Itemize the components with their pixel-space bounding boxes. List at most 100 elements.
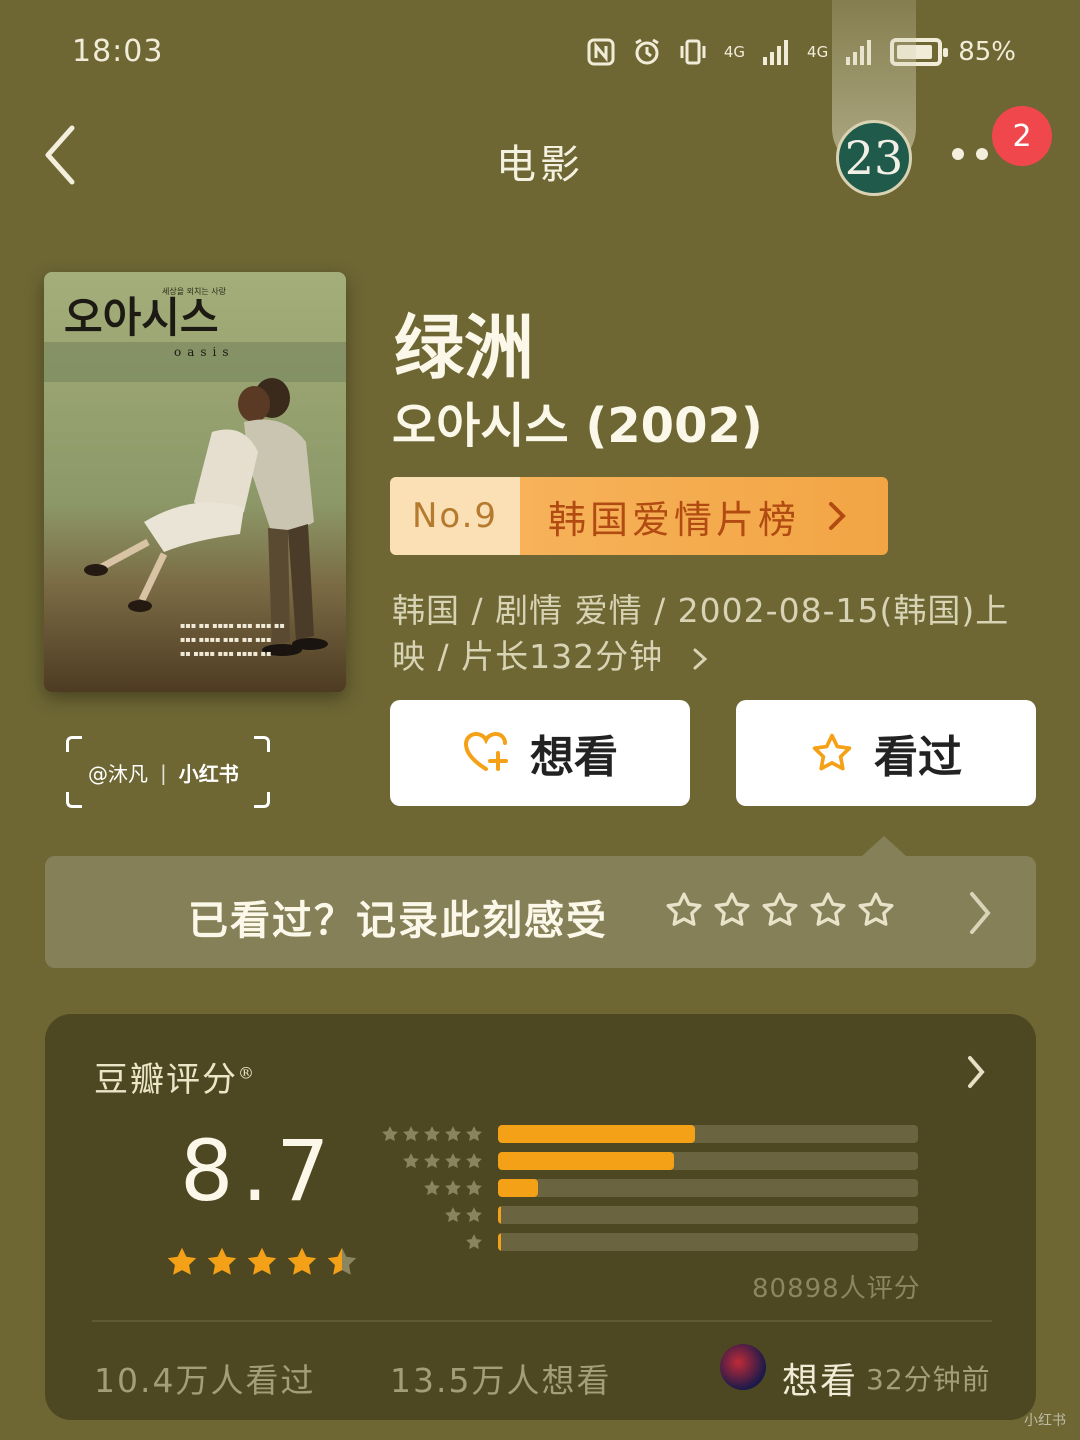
network-label: 4G: [807, 43, 829, 61]
chevron-right-icon: [829, 502, 846, 530]
star-small-icon: [466, 1234, 482, 1250]
distribution-bar-fill: [498, 1206, 502, 1224]
record-stars[interactable]: [664, 890, 896, 930]
divider: [92, 1320, 992, 1322]
svg-text:▪▪ ▪▪▪▪ ▪▪▪ ▪▪▪▪ ▪▪: ▪▪ ▪▪▪▪ ▪▪▪ ▪▪▪▪ ▪▪: [180, 649, 272, 658]
distribution-stars: [376, 1205, 484, 1225]
chevron-right-icon: [693, 648, 707, 669]
star-outline-icon: [812, 733, 852, 771]
star-small-icon: [424, 1180, 440, 1196]
distribution-row: [376, 1178, 918, 1198]
heart-plus-icon: [463, 731, 508, 771]
signal-icon: [763, 40, 789, 65]
star-small-icon: [445, 1207, 461, 1223]
distribution-bar-fill: [498, 1179, 538, 1197]
star-filled-icon: [207, 1247, 237, 1275]
watched-button[interactable]: 看过: [736, 700, 1036, 806]
distribution-stars: [376, 1232, 484, 1252]
star-small-icon: [424, 1153, 440, 1169]
star-filled-icon: [167, 1247, 197, 1275]
notification-badge: 2: [992, 106, 1052, 166]
corner-watermark: 小红书: [1024, 1413, 1066, 1429]
distribution-bar-fill: [498, 1125, 696, 1143]
rating-stars: [164, 1244, 360, 1280]
distribution-stars: [376, 1178, 484, 1198]
nfc-icon: [587, 38, 615, 66]
alarm-icon: [635, 38, 659, 65]
original-title: 오아시스 (2002): [392, 398, 763, 454]
rating-label-text: 豆瓣评分: [94, 1060, 238, 1100]
seen-label: 看过: [874, 732, 962, 783]
distribution-stars: [376, 1124, 484, 1144]
want-label: 想看: [530, 732, 618, 783]
vibrate-icon: [680, 39, 706, 65]
distribution-row: [376, 1124, 918, 1144]
want-to-watch-button[interactable]: 想看: [390, 700, 690, 806]
distribution-bar-fill: [498, 1233, 502, 1251]
friend-time: 32分钟前: [866, 1363, 991, 1396]
distribution-bar: [498, 1179, 918, 1197]
star-small-icon: [382, 1126, 398, 1142]
rating-count: 80898人评分: [752, 1274, 921, 1304]
distribution-bar: [498, 1152, 918, 1170]
movie-poster[interactable]: 세상을 외치는 사랑 오아시스 oasis ▪▪▪ ▪▪ ▪▪▪▪ ▪▪▪ ▪▪…: [44, 272, 346, 692]
chevron-right-icon: [970, 892, 991, 934]
chevron-right-icon[interactable]: [962, 1052, 990, 1092]
star-outline-icon: [762, 892, 798, 926]
watermark-user: @沐凡: [88, 762, 148, 786]
distribution-bar-fill: [498, 1152, 675, 1170]
rating-score: 8.7: [180, 1122, 338, 1220]
watermark-brand: 小红书: [178, 762, 239, 786]
page-title: 电影: [496, 142, 584, 188]
star-filled-icon: [287, 1247, 317, 1275]
svg-text:▪▪▪ ▪▪ ▪▪▪▪ ▪▪▪ ▪▪▪ ▪▪: ▪▪▪ ▪▪ ▪▪▪▪ ▪▪▪ ▪▪▪ ▪▪: [180, 621, 285, 630]
star-small-icon: [466, 1153, 482, 1169]
star-outline-icon: [666, 892, 702, 926]
star-small-icon: [466, 1126, 482, 1142]
svg-text:▪▪▪ ▪▪▪▪ ▪▪▪ ▪▪ ▪▪▪: ▪▪▪ ▪▪▪▪ ▪▪▪ ▪▪ ▪▪▪: [180, 635, 272, 644]
distribution-row: [376, 1205, 918, 1225]
poster-title: 오아시스: [64, 293, 219, 342]
status-icons: 4G 4G 85%: [586, 30, 1016, 74]
rank-number: No.9: [390, 477, 520, 555]
rank-badge[interactable]: No.9 韩国爱情片榜: [390, 477, 888, 555]
distribution-row: [376, 1232, 918, 1252]
distribution-bar: [498, 1125, 918, 1143]
friend-avatar[interactable]: [720, 1344, 766, 1390]
star-filled-icon: [247, 1247, 277, 1275]
status-time: 18:03: [72, 34, 164, 69]
poster-image: 세상을 외치는 사랑 오아시스 oasis ▪▪▪ ▪▪ ▪▪▪▪ ▪▪▪ ▪▪…: [44, 272, 346, 692]
distribution-row: [376, 1151, 918, 1171]
star-outline-icon: [810, 892, 846, 926]
star-small-icon: [403, 1153, 419, 1169]
avatar[interactable]: 23: [836, 120, 912, 196]
rating-label: 豆瓣评分®: [94, 1052, 256, 1101]
record-caret: [862, 836, 906, 856]
distribution-stars: [376, 1151, 484, 1171]
poster-subtitle: oasis: [174, 345, 235, 359]
watermark: @沐凡 | 小红书: [66, 736, 270, 808]
star-small-icon: [466, 1180, 482, 1196]
movie-meta[interactable]: 韩国 / 剧情 爱情 / 2002-08-15(韩国)上映 / 片长132分钟: [392, 588, 1042, 680]
distribution-bar: [498, 1206, 918, 1224]
star-small-icon: [424, 1126, 440, 1142]
registered-mark: ®: [238, 1063, 256, 1083]
friend-action: 想看: [782, 1361, 859, 1402]
star-half-icon: [327, 1247, 357, 1275]
star-outline-icon: [714, 892, 750, 926]
star-outline-icon: [858, 892, 894, 926]
battery-level: 85%: [958, 37, 1016, 67]
record-prompt: 已看过？记录此刻感受: [188, 897, 608, 944]
star-small-icon: [445, 1126, 461, 1142]
star-small-icon: [445, 1180, 461, 1196]
star-small-icon: [466, 1207, 482, 1223]
movie-title: 绿洲: [394, 306, 534, 389]
want-count[interactable]: 13.5万人想看: [390, 1354, 611, 1402]
more-options-icon[interactable]: [952, 148, 988, 160]
star-small-icon: [403, 1126, 419, 1142]
seen-count[interactable]: 10.4万人看过: [94, 1354, 315, 1402]
network-label: 4G: [723, 43, 746, 61]
star-small-icon: [445, 1153, 461, 1169]
rank-list-name: 韩国爱情片榜: [548, 497, 801, 542]
distribution-bar: [498, 1233, 918, 1251]
